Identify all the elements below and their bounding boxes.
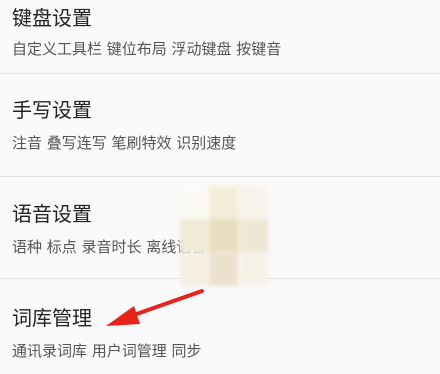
keyboard-settings-item[interactable]: 键盘设置 自定义工具栏 键位布局 浮动键盘 按键音 — [0, 0, 440, 72]
dictionary-management-desc: 通讯录词库 用户词管理 同步 — [12, 342, 202, 360]
dictionary-management-title: 词库管理 — [12, 306, 92, 330]
handwriting-settings-item[interactable]: 手写设置 注音 叠写连写 笔刷特效 识别速度 — [0, 74, 440, 176]
handwriting-settings-title: 手写设置 — [12, 98, 92, 122]
dictionary-management-item[interactable]: 词库管理 通讯录词库 用户词管理 同步 — [0, 279, 440, 374]
handwriting-settings-desc: 注音 叠写连写 笔刷特效 识别速度 — [12, 134, 237, 152]
settings-list: 键盘设置 自定义工具栏 键位布局 浮动键盘 按键音 手写设置 注音 叠写连写 笔… — [0, 0, 440, 374]
keyboard-settings-title: 键盘设置 — [12, 6, 92, 30]
mosaic-blur-overlay — [180, 186, 268, 286]
keyboard-settings-desc: 自定义工具栏 键位布局 浮动键盘 按键音 — [12, 40, 282, 58]
